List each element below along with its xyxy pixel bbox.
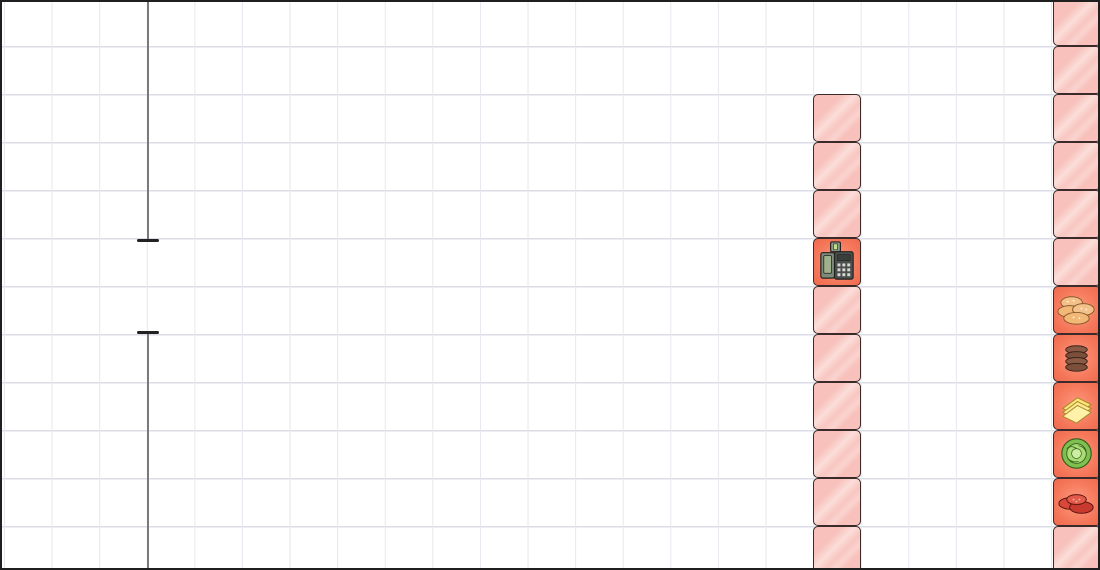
wall-segment-bottom (147, 333, 149, 568)
tomato-slices-icon (1058, 494, 1094, 514)
doorway-edge-top (137, 239, 159, 242)
cash-register-icon (820, 241, 854, 280)
cash-register-station[interactable] (813, 238, 861, 286)
tomato-slices-station[interactable] (1053, 478, 1098, 526)
right-counter-tile[interactable] (1053, 190, 1098, 238)
wall-segment-top (147, 2, 149, 240)
middle-counter-tile[interactable] (813, 430, 861, 478)
right-counter-tile[interactable] (1053, 238, 1098, 286)
middle-counter-tile[interactable] (813, 478, 861, 526)
game-board (0, 0, 1100, 570)
right-counter-tile[interactable] (1053, 142, 1098, 190)
cheese-slices-station[interactable] (1053, 382, 1098, 430)
burger-patties-icon (1065, 345, 1088, 372)
middle-counter-tile[interactable] (813, 142, 861, 190)
lettuce-station[interactable] (1053, 430, 1098, 478)
middle-counter-tile[interactable] (813, 526, 861, 568)
lettuce-icon (1061, 438, 1092, 469)
right-counter-tile[interactable] (1053, 94, 1098, 142)
right-counter-tile[interactable] (1053, 2, 1098, 46)
burger-patties-station[interactable] (1053, 334, 1098, 382)
middle-counter-tile[interactable] (813, 94, 861, 142)
middle-counter-tile[interactable] (813, 334, 861, 382)
right-counter-tile[interactable] (1053, 46, 1098, 94)
burger-buns-icon (1057, 296, 1095, 325)
doorway-edge-bottom (137, 331, 159, 334)
middle-counter-tile[interactable] (813, 286, 861, 334)
middle-counter-tile[interactable] (813, 190, 861, 238)
burger-buns-station[interactable] (1053, 286, 1098, 334)
cheese-slices-icon (1061, 397, 1093, 424)
right-counter-tile[interactable] (1053, 526, 1098, 568)
middle-counter-tile[interactable] (813, 382, 861, 430)
